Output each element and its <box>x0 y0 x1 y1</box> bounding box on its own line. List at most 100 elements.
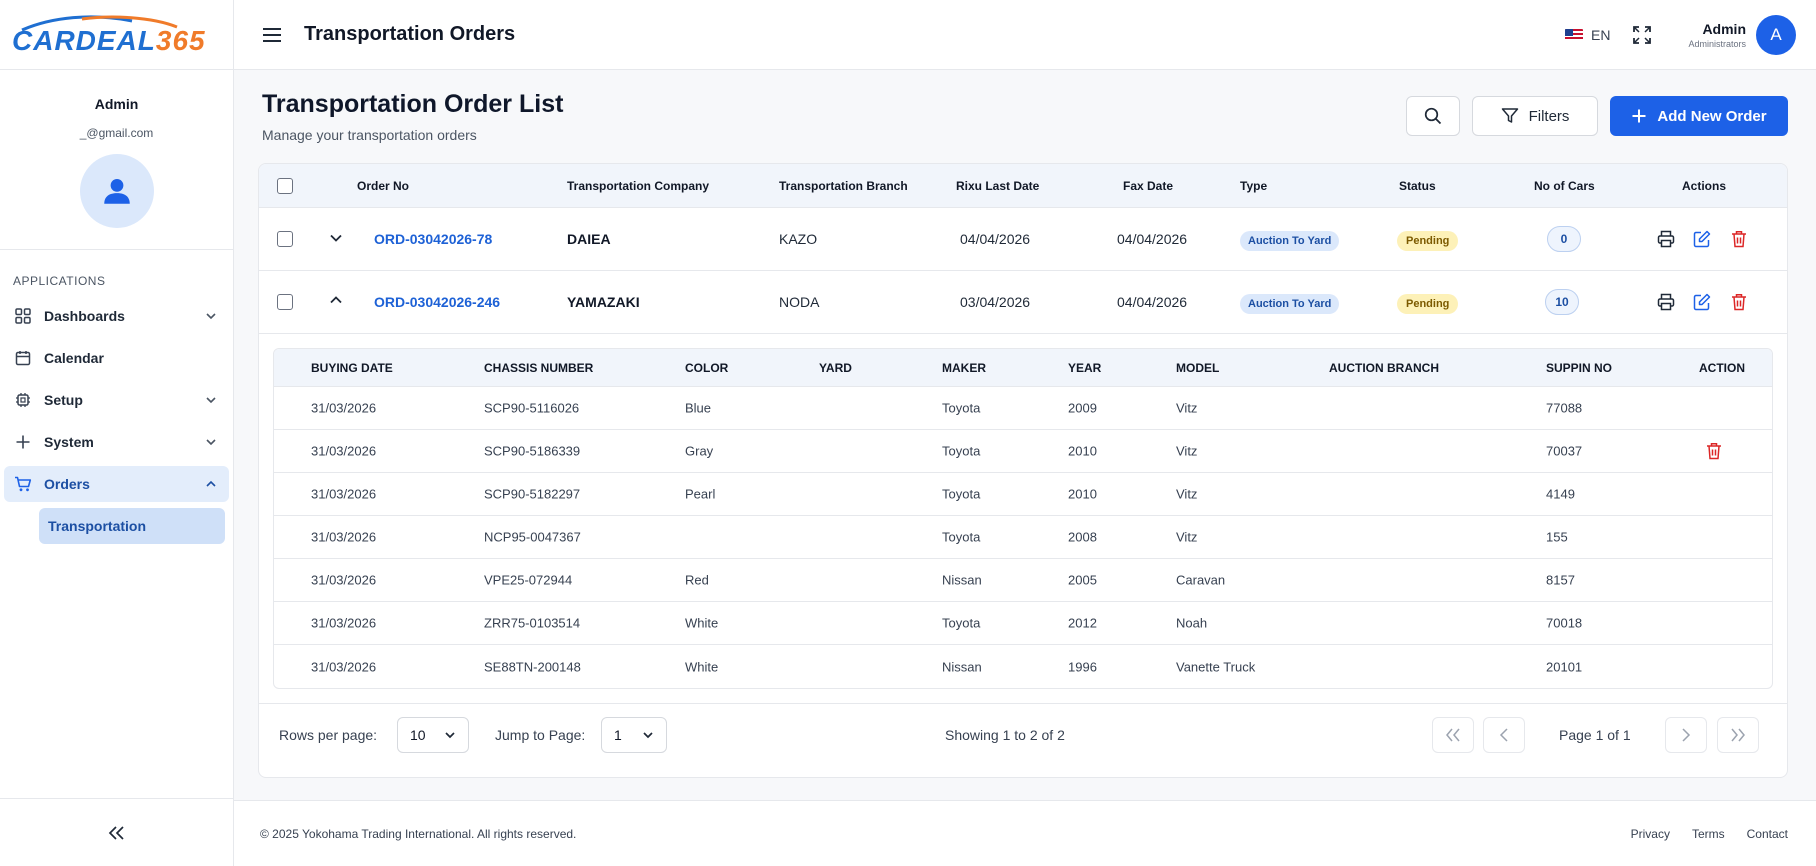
order-number-link[interactable]: ORD-03042026-78 <box>374 231 492 247</box>
select-all-checkbox[interactable] <box>277 177 293 194</box>
double-chevron-right-icon <box>1731 728 1745 742</box>
table-row: ORD-03042026-246 YAMAZAKI NODA 03/04/202… <box>259 271 1787 334</box>
color-cell: Pearl <box>685 486 716 502</box>
page-footer: © 2025 Yokohama Trading International. A… <box>234 800 1816 866</box>
first-page-button[interactable] <box>1432 717 1474 753</box>
sidebar-item-dashboards[interactable]: Dashboards <box>4 298 229 334</box>
buying-date-cell: 31/03/2026 <box>311 486 377 502</box>
search-button[interactable] <box>1406 96 1460 136</box>
cars-detail-table: BUYING DATE CHASSIS NUMBER COLOR YARD MA… <box>273 348 1773 689</box>
menu-toggle-button[interactable] <box>262 24 284 46</box>
fullscreen-button[interactable] <box>1632 24 1654 46</box>
page-actions: Filters Add New Order <box>1406 96 1788 136</box>
detail-col-action: ACTION <box>1699 360 1745 375</box>
profile-name: Admin <box>94 96 139 112</box>
chevron-down-icon <box>643 732 653 739</box>
last-page-button[interactable] <box>1717 717 1759 753</box>
jump-to-page-select[interactable]: 1 <box>601 717 667 753</box>
chassis-cell: VPE25-072944 <box>484 572 573 588</box>
filter-icon <box>1501 108 1518 123</box>
table-header: Order No Transportation Company Transpor… <box>259 164 1787 208</box>
chevron-down-icon <box>330 234 342 242</box>
logo[interactable]: CARDEAL365 <box>12 14 206 56</box>
hamburger-icon <box>263 27 281 42</box>
maker-cell: Toyota <box>942 400 981 416</box>
edit-button[interactable] <box>1692 229 1712 249</box>
profile-email: _@gmail.com <box>79 126 154 140</box>
chassis-cell: SCP90-5182297 <box>484 486 581 502</box>
sidebar-item-label: Dashboards <box>44 308 125 324</box>
delete-car-button[interactable] <box>1704 441 1724 461</box>
year-cell: 1996 <box>1068 659 1097 674</box>
printer-icon <box>1657 293 1675 311</box>
sidebar-item-label: Orders <box>44 476 90 492</box>
print-button[interactable] <box>1656 292 1676 312</box>
row-checkbox[interactable] <box>277 231 293 247</box>
collapse-sidebar-button[interactable] <box>0 798 233 866</box>
collapse-row-button[interactable] <box>329 294 343 311</box>
row-checkbox[interactable] <box>277 294 293 310</box>
page-indicator: Page 1 of 1 <box>1559 727 1631 743</box>
add-new-order-button[interactable]: Add New Order <box>1610 96 1788 136</box>
edit-button[interactable] <box>1692 292 1712 312</box>
maker-cell: Nissan <box>942 659 982 674</box>
expand-row-button[interactable] <box>329 231 343 248</box>
sidebar-subitem-transportation[interactable]: Transportation <box>39 508 225 544</box>
delete-button[interactable] <box>1729 292 1749 312</box>
language-selector[interactable]: EN <box>1565 27 1610 43</box>
next-page-button[interactable] <box>1665 717 1707 753</box>
delete-button[interactable] <box>1729 229 1749 249</box>
detail-col-chassis: CHASSIS NUMBER <box>484 360 594 375</box>
status-badge: Pending <box>1397 231 1459 251</box>
model-cell: Vitz <box>1176 400 1198 416</box>
color-cell: White <box>685 659 719 674</box>
sidebar-item-calendar[interactable]: Calendar <box>4 340 229 376</box>
detail-row: 31/03/2026 SCP90-5182297 Pearl Toyota 20… <box>274 473 1772 516</box>
branch-cell: KAZO <box>779 231 818 247</box>
chevron-down-icon <box>445 732 455 739</box>
column-header-order-no: Order No <box>357 178 410 193</box>
chevron-down-icon <box>205 393 219 407</box>
rows-per-page-select[interactable]: 10 <box>397 717 469 753</box>
logo-text-num: 365 <box>155 24 206 56</box>
filters-button[interactable]: Filters <box>1472 96 1598 136</box>
contact-link[interactable]: Contact <box>1747 827 1788 841</box>
year-cell: 2008 <box>1068 529 1097 545</box>
suppin-cell: 70037 <box>1546 443 1583 459</box>
detail-row: 31/03/2026 VPE25-072944 Red Nissan 2005 … <box>274 559 1772 602</box>
color-cell: Gray <box>685 443 714 459</box>
rixu-date-cell: 04/04/2026 <box>960 231 1031 247</box>
print-button[interactable] <box>1656 229 1676 249</box>
model-cell: Vitz <box>1176 529 1198 545</box>
model-cell: Vitz <box>1176 486 1198 502</box>
trash-icon <box>1732 231 1746 248</box>
detail-table-header: BUYING DATE CHASSIS NUMBER COLOR YARD MA… <box>274 349 1772 387</box>
color-cell: Red <box>685 572 709 588</box>
profile-card: Admin _@gmail.com <box>0 70 233 250</box>
jump-to-page-label: Jump to Page: <box>495 727 586 743</box>
detail-row: 31/03/2026 SCP90-5116026 Blue Toyota 200… <box>274 387 1772 430</box>
sidebar-item-setup[interactable]: Setup <box>4 382 229 418</box>
type-badge: Auction To Yard <box>1240 294 1340 314</box>
sidebar-item-orders[interactable]: Orders <box>4 466 229 502</box>
maker-cell: Nissan <box>942 572 982 588</box>
privacy-link[interactable]: Privacy <box>1631 827 1670 841</box>
avatar[interactable]: A <box>1756 14 1796 55</box>
sidebar-item-system[interactable]: System <box>4 424 229 460</box>
year-cell: 2012 <box>1068 615 1097 631</box>
order-number-link[interactable]: ORD-03042026-246 <box>374 294 500 310</box>
terms-link[interactable]: Terms <box>1692 827 1725 841</box>
chassis-cell: ZRR75-0103514 <box>484 615 581 631</box>
column-header-fax-date: Fax Date <box>1123 178 1174 193</box>
detail-col-year: YEAR <box>1068 360 1102 375</box>
chassis-cell: SCP90-5116026 <box>484 400 580 416</box>
cars-count-badge: 10 <box>1545 289 1579 315</box>
detail-col-buying-date: BUYING DATE <box>311 360 393 375</box>
previous-page-button[interactable] <box>1483 717 1525 753</box>
showing-count: Showing 1 to 2 of 2 <box>945 727 1065 743</box>
logo-text-main: CARDEAL <box>12 24 156 56</box>
detail-col-model: MODEL <box>1176 360 1220 375</box>
edit-icon <box>1693 293 1711 311</box>
user-info[interactable]: Admin Administrators <box>1688 21 1746 49</box>
column-header-cars: No of Cars <box>1534 178 1595 193</box>
